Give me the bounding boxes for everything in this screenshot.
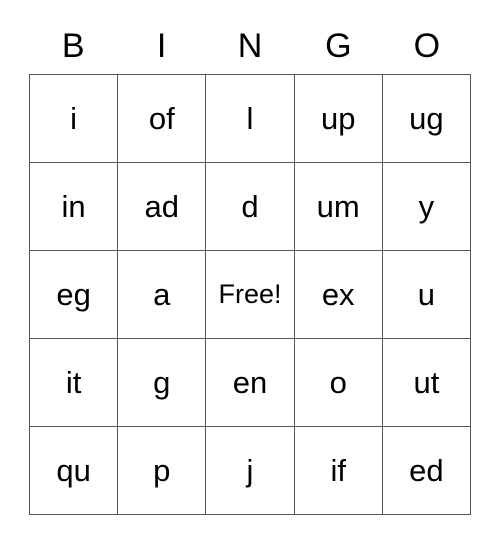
- bingo-cell-o3[interactable]: u: [382, 251, 471, 339]
- bingo-cell-label: it: [65, 365, 82, 400]
- bingo-cell-i5[interactable]: p: [118, 427, 207, 515]
- bingo-cell-g4[interactable]: o: [294, 339, 383, 427]
- bingo-cell-n2[interactable]: d: [206, 163, 295, 251]
- bingo-header-letter-i: I: [156, 27, 167, 65]
- bingo-cell-label: l: [246, 101, 254, 136]
- bingo-cell-b5[interactable]: qu: [30, 427, 119, 515]
- bingo-cell-label: up: [320, 101, 356, 136]
- bingo-cell-n5[interactable]: j: [206, 427, 295, 515]
- bingo-cell-label: ug: [409, 101, 444, 136]
- bingo-header-letter-o: O: [413, 27, 441, 65]
- bingo-cell-label: y: [418, 189, 435, 224]
- bingo-cell-i2[interactable]: ad: [118, 163, 207, 251]
- free-space-label: Free!: [218, 279, 282, 309]
- bingo-cell-label: in: [61, 189, 86, 224]
- bingo-cell-label: qu: [56, 453, 91, 488]
- bingo-cell-i1[interactable]: of: [118, 75, 207, 163]
- bingo-cell-b2[interactable]: in: [30, 163, 119, 251]
- bingo-cell-g2[interactable]: um: [294, 163, 383, 251]
- bingo-cell-label: g: [153, 365, 171, 400]
- bingo-cell-label: a: [153, 277, 171, 312]
- bingo-cell-i4[interactable]: g: [118, 339, 207, 427]
- bingo-cell-label: u: [417, 277, 436, 312]
- bingo-cell-b1[interactable]: i: [30, 75, 119, 163]
- bingo-cell-label: j: [246, 453, 254, 488]
- bingo-header-letter-n: N: [237, 27, 263, 65]
- bingo-cell-free-space[interactable]: Free!: [206, 251, 295, 339]
- bingo-cell-label: i: [70, 101, 78, 136]
- bingo-cell-label: en: [232, 365, 268, 400]
- bingo-cell-label: ut: [413, 365, 440, 400]
- bingo-header-letter-g: G: [325, 27, 352, 65]
- bingo-cell-label: um: [316, 189, 360, 224]
- bingo-cell-label: ed: [409, 453, 444, 488]
- bingo-cell-label: d: [241, 189, 259, 224]
- bingo-cell-n4[interactable]: en: [206, 339, 295, 427]
- bingo-header-row: B I N G O: [29, 18, 471, 74]
- bingo-cell-label: eg: [56, 277, 91, 312]
- bingo-cell-label: of: [148, 101, 175, 136]
- bingo-cell-g1[interactable]: up: [294, 75, 383, 163]
- bingo-header-letter-b: B: [61, 27, 85, 65]
- bingo-cell-label: p: [153, 453, 171, 488]
- bingo-cell-g5[interactable]: if: [294, 427, 383, 515]
- bingo-cell-b4[interactable]: it: [30, 339, 119, 427]
- bingo-cell-label: o: [329, 365, 347, 400]
- bingo-cell-label: ex: [321, 277, 355, 312]
- bingo-cell-n1[interactable]: l: [206, 75, 295, 163]
- bingo-grid: i of l up ug in ad d um y eg a Free! ex …: [29, 74, 471, 515]
- bingo-cell-o2[interactable]: y: [382, 163, 471, 251]
- bingo-card: B I N G O i of l up ug in ad d um y eg a…: [29, 18, 471, 515]
- bingo-cell-label: if: [330, 453, 346, 488]
- bingo-cell-g3[interactable]: ex: [294, 251, 383, 339]
- bingo-cell-o5[interactable]: ed: [382, 427, 471, 515]
- bingo-cell-i3[interactable]: a: [118, 251, 207, 339]
- bingo-cell-label: ad: [144, 189, 180, 224]
- bingo-cell-o4[interactable]: ut: [382, 339, 471, 427]
- bingo-cell-o1[interactable]: ug: [382, 75, 471, 163]
- bingo-cell-b3[interactable]: eg: [30, 251, 119, 339]
